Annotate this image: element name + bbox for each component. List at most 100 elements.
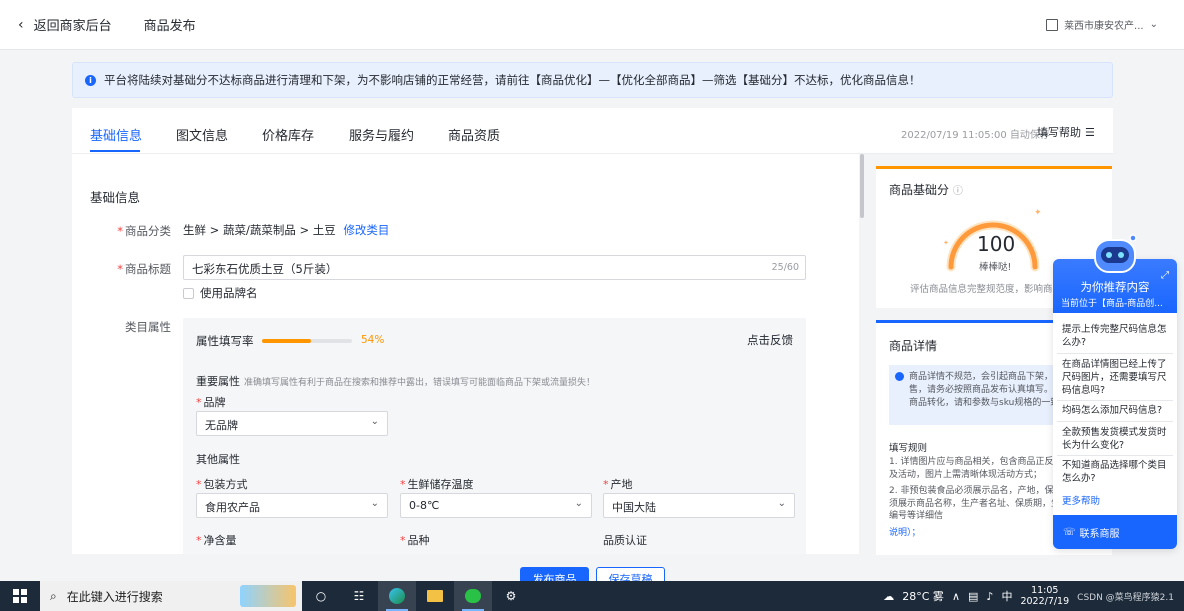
fill-rate-percent: 54%	[361, 334, 385, 346]
tab-basic-info[interactable]: 基础信息	[90, 125, 142, 144]
clock-time: 11:05	[1031, 585, 1059, 596]
menu-icon: ☰	[1085, 125, 1095, 139]
faq-item[interactable]: 均码怎么添加尺码信息?	[1062, 404, 1170, 417]
wechat-icon[interactable]	[454, 581, 492, 611]
clock-date: 2022/7/19	[1020, 596, 1070, 607]
storage-temp-select[interactable]: 0-8℃ ⌄	[400, 493, 592, 518]
assistant-header: ⤢ 为你推荐内容 当前位于【商品-商品创...	[1053, 234, 1177, 313]
chevron-down-icon: ⌄	[370, 416, 379, 427]
volume-icon[interactable]: ♪	[986, 590, 993, 603]
autosave-status: 2022/07/19 11:05:00 自动保存	[901, 130, 1050, 141]
shop-switcher[interactable]: 莱西市康安农产... ⌄	[1046, 17, 1158, 32]
search-highlight-illustration	[240, 585, 296, 607]
use-brand-label: 使用品牌名	[200, 286, 258, 300]
rules-title: 填写规则	[889, 443, 928, 454]
faq-item[interactable]: 提示上传完整尺码信息怎么办?	[1062, 323, 1170, 349]
product-title-value: 七彩东石优质土豆（5斤装）	[192, 262, 338, 276]
form-scrollbar[interactable]	[859, 154, 865, 554]
weather-icon: ☁	[883, 589, 895, 603]
divider	[1057, 421, 1173, 422]
faq-item[interactable]: 全款预售发货模式发货时长为什么变化?	[1062, 426, 1170, 452]
cortana-icon[interactable]: ○	[302, 581, 340, 611]
attributes-panel: 属性填写率 54% 点击反馈 重要属性 准确填写属性有利于商品在搜索和推荐中露出，…	[183, 318, 806, 554]
origin-label: * 产地	[603, 478, 633, 491]
use-brand-checkbox[interactable]: 使用品牌名	[183, 285, 258, 301]
category-label: * 商品分类	[117, 224, 171, 238]
settings-icon[interactable]: ⚙	[492, 581, 530, 611]
faq-item[interactable]: 在商品详情图已经上传了尺码图片，还需要填写尺码信息吗?	[1062, 358, 1170, 397]
net-content-label: * 净含量	[196, 534, 237, 547]
edge-browser-icon[interactable]	[378, 581, 416, 611]
headset-icon: ☏	[1063, 526, 1076, 538]
network-icon[interactable]: ▤	[968, 590, 978, 603]
tab-qualification[interactable]: 商品资质	[448, 125, 500, 144]
other-attrs-header: 其他属性	[196, 453, 240, 466]
task-view-icon[interactable]: ☷	[340, 581, 378, 611]
active-tab-indicator	[90, 150, 140, 152]
chevron-up-icon[interactable]: ∧	[952, 590, 960, 603]
brand-select[interactable]: 无品牌 ⌄	[196, 411, 388, 436]
divider	[1057, 400, 1173, 401]
tab-image-text[interactable]: 图文信息	[176, 125, 228, 144]
shop-name: 莱西市康安农产...	[1064, 21, 1144, 32]
score-description: 评估商品信息完整规范度，影响商品	[910, 284, 1063, 295]
back-to-admin-link[interactable]: ‹ 返回商家后台	[18, 15, 112, 35]
more-help-link[interactable]: 更多帮助	[1062, 493, 1100, 507]
windows-icon	[13, 589, 27, 603]
faq-item[interactable]: 不知道商品选择哪个类目怎么办?	[1062, 459, 1170, 485]
basic-info-form: 基础信息 * 商品分类 生鲜 > 蔬菜/蔬菜制品 > 土豆 修改类目 * 商品标题 …	[72, 154, 862, 554]
search-placeholder: 在此键入进行搜索	[66, 589, 163, 604]
info-icon	[895, 372, 904, 381]
store-icon	[1046, 18, 1059, 31]
section-title: 基础信息	[90, 190, 141, 205]
chevron-left-icon: ‹	[18, 16, 24, 33]
feedback-link[interactable]: 点击反馈	[747, 332, 793, 348]
chevron-down-icon: ⌄	[777, 498, 786, 509]
edit-category-link[interactable]: 修改类目	[343, 223, 389, 237]
chevron-down-icon: ⌄	[370, 498, 379, 509]
csdn-watermark: CSDN @菜鸟程序猿2.1	[1077, 592, 1174, 603]
contact-label: 联系商服	[1079, 528, 1120, 540]
variety-label: * 品种	[400, 534, 430, 547]
assistant-title: 为你推荐内容	[1080, 280, 1150, 294]
brand-label: * 品牌	[196, 396, 226, 409]
tab-price-stock[interactable]: 价格库存	[262, 125, 314, 144]
help-icon[interactable]: ⓘ	[953, 186, 963, 197]
title-label: * 商品标题	[117, 262, 171, 276]
divider	[1057, 455, 1173, 456]
storage-temp-label: * 生鲜储存温度	[400, 478, 474, 491]
fill-help-label: 填写帮助	[1037, 126, 1081, 139]
title-char-count: 25/60	[771, 262, 799, 273]
product-title-input[interactable]: 七彩东石优质土豆（5斤装） 25/60	[183, 255, 806, 280]
category-value: 生鲜 > 蔬菜/蔬菜制品 > 土豆 修改类目	[183, 223, 390, 237]
quality-cert-label: 品质认证	[603, 534, 647, 547]
packing-label: * 包装方式	[196, 478, 248, 491]
fill-help-button[interactable]: 填写帮助 ☰	[1037, 124, 1095, 140]
detail-title: 商品详情	[889, 339, 938, 353]
chevron-down-icon: ⌄	[1149, 19, 1158, 30]
taskbar-search-box[interactable]: ⌕ 在此键入进行搜索	[40, 581, 302, 611]
page-title: 商品发布	[143, 19, 196, 34]
robot-icon	[1094, 234, 1137, 273]
weather-text[interactable]: 28°C 雾	[902, 588, 944, 604]
file-explorer-icon[interactable]	[416, 581, 454, 611]
scrollbar-thumb[interactable]	[860, 154, 864, 218]
contact-service-button[interactable]: ☏ 联系商服	[1053, 515, 1177, 549]
top-bar: ‹ 返回商家后台 商品发布 莱西市康安农产... ⌄	[0, 0, 1184, 50]
svg-text:✦: ✦	[943, 239, 949, 247]
origin-select[interactable]: 中国大陆 ⌄	[603, 493, 795, 518]
info-icon: i	[85, 74, 96, 86]
tab-service[interactable]: 服务与履约	[349, 125, 414, 144]
notice-text: 平台将陆续对基础分不达标商品进行清理和下架，为不影响店铺的正常经营，请前往【商品…	[104, 73, 921, 87]
svg-text:✦: ✦	[1034, 208, 1042, 218]
assistant-subtitle: 当前位于【商品-商品创...	[1061, 299, 1163, 309]
windows-start-button[interactable]	[0, 581, 40, 611]
fill-rate-label: 属性填写率	[196, 334, 254, 348]
windows-taskbar: ⌕ 在此键入进行搜索 ○ ☷ ⚙ ☁ 28°C 雾 ∧ ▤ ♪ 中 11:05 …	[0, 581, 1184, 611]
tab-bar: 基础信息 图文信息 价格库存 服务与履约 商品资质 2022/07/19 11:…	[72, 108, 1113, 154]
ime-indicator[interactable]: 中	[1001, 588, 1012, 604]
system-tray: ☁ 28°C 雾 ∧ ▤ ♪ 中 11:05 2022/7/19 CSDN @菜…	[883, 581, 1184, 611]
clock[interactable]: 11:05 2022/7/19	[1020, 585, 1069, 607]
divider	[1057, 353, 1173, 354]
packing-select[interactable]: 食用农产品 ⌄	[196, 493, 388, 518]
